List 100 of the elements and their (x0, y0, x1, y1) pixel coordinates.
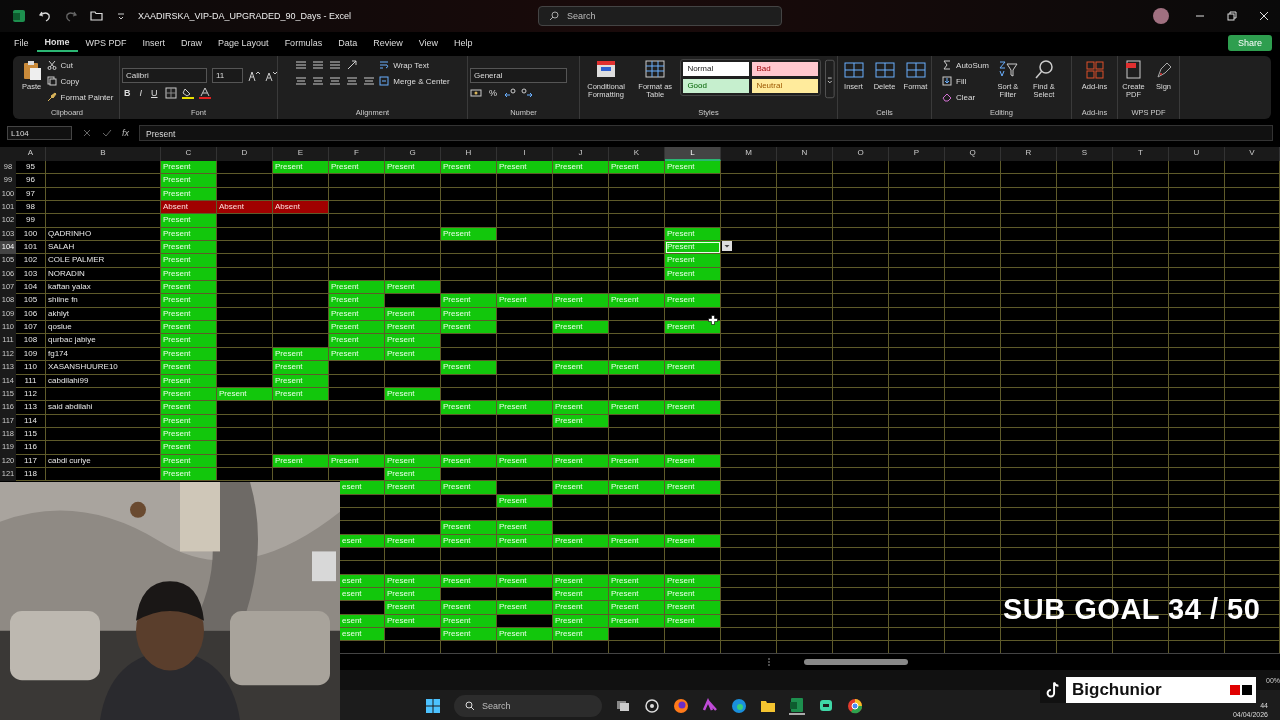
autosum-button[interactable]: AutoSum (942, 59, 989, 71)
column-header[interactable]: L (665, 147, 721, 161)
table-cell: Present (665, 254, 721, 268)
table-cell: XASANSHUURE10 (46, 361, 161, 375)
table-cell: Absent (217, 201, 273, 215)
table-cell: Present (385, 321, 441, 335)
insert-function-button[interactable]: fx (122, 128, 129, 138)
table-cell: Present (553, 628, 609, 642)
table-cell: 96 (16, 174, 46, 188)
table-cell: QADRINHO (46, 227, 161, 242)
menu-tab[interactable]: Data (330, 35, 366, 51)
menu-tab[interactable]: Review (365, 35, 411, 51)
table-cell: Present (441, 628, 497, 642)
column-header[interactable]: V (1225, 147, 1280, 161)
table-cell: Present (609, 361, 665, 375)
table-cell: Present (609, 294, 665, 308)
table-cell: 109 (16, 347, 46, 362)
cell-style[interactable]: Good (683, 79, 750, 93)
name-box[interactable]: L104 (7, 126, 72, 140)
number-format-field[interactable]: General (470, 68, 567, 83)
percent-button[interactable]: % (487, 88, 499, 98)
menu-tab[interactable]: Formulas (276, 35, 331, 51)
column-header[interactable]: S (1057, 147, 1113, 161)
table-cell: 97 (16, 187, 46, 202)
table-cell: Present (385, 281, 441, 295)
table-cell: Present (161, 401, 217, 415)
column-header[interactable]: Q (945, 147, 1001, 161)
search-field[interactable]: Search (538, 6, 782, 26)
column-header[interactable]: B (46, 147, 161, 161)
copy-button[interactable]: Copy (46, 75, 114, 87)
table-cell: esent (340, 481, 385, 495)
table-cell: Present (497, 294, 553, 308)
table-cell: Present (161, 214, 217, 228)
clear-button[interactable]: Clear (942, 91, 989, 103)
table-cell: shiine fn (46, 294, 161, 308)
table-cell: Present (665, 401, 721, 415)
cell-style[interactable]: Bad (752, 62, 819, 76)
table-cell: Present (497, 401, 553, 415)
wrap-text-button[interactable]: Wrap Text (379, 59, 450, 71)
table-cell: Present (273, 361, 329, 375)
taskbar-search-field[interactable]: Search (454, 695, 602, 717)
formula-field[interactable]: Present (139, 125, 1273, 141)
table-cell: 117 (16, 454, 46, 468)
cell-style[interactable]: Neutral (752, 79, 819, 93)
font-family-field[interactable]: Calibri (122, 68, 207, 83)
column-header[interactable]: T (1113, 147, 1169, 161)
menu-tab[interactable]: View (410, 35, 447, 51)
table-cell: Present (161, 161, 217, 175)
menu-tab[interactable]: Home (36, 34, 78, 52)
table-cell: Present (553, 161, 609, 175)
table-cell: Present (273, 161, 329, 175)
table-cell: fg174 (46, 347, 161, 362)
table-cell: 95 (16, 161, 46, 175)
table-cell: Present (441, 361, 497, 375)
merge-center-button[interactable]: Merge & Center (379, 75, 450, 87)
underline-button[interactable]: U (149, 88, 160, 98)
table-cell: 106 (16, 307, 46, 322)
column-header[interactable]: U (1169, 147, 1225, 161)
menu-tab[interactable]: File (6, 35, 37, 51)
table-cell: Present (665, 481, 721, 495)
table-cell: kaftan yalax (46, 281, 161, 295)
menu-tab[interactable]: Insert (134, 35, 174, 51)
menu-tab[interactable]: Help (446, 35, 481, 51)
table-cell: Present (497, 601, 553, 615)
table-cell: cabdilahi99 (46, 374, 161, 388)
cut-button[interactable]: Cut (46, 59, 114, 71)
column-header[interactable]: O (833, 147, 889, 161)
table-cell: Present (441, 321, 497, 335)
column-header[interactable]: A (16, 147, 46, 161)
column-header[interactable]: M (721, 147, 777, 161)
goal-overlay: SUB GOAL 34 / 50 (1003, 593, 1261, 626)
bold-button[interactable]: B (122, 88, 133, 98)
table-cell: 105 (16, 294, 46, 308)
italic-button[interactable]: I (137, 88, 144, 98)
table-cell: Present (161, 321, 217, 335)
font-size-field[interactable]: 11 (212, 68, 243, 83)
table-cell: said abdilahi (46, 401, 161, 415)
column-header[interactable]: P (889, 147, 945, 161)
column-header[interactable]: R (1001, 147, 1057, 161)
cell-style[interactable]: Normal (683, 62, 750, 76)
table-cell: Present (441, 481, 497, 495)
fill-button[interactable]: Fill (942, 75, 989, 87)
menu-tab[interactable]: WPS PDF (77, 35, 135, 51)
table-cell: Present (609, 161, 665, 175)
menu-tab[interactable]: Draw (173, 35, 211, 51)
table-cell: qoslue (46, 321, 161, 335)
table-cell: Present (553, 481, 609, 495)
table-cell: Present (161, 334, 217, 348)
table-cell: Present (385, 588, 441, 602)
table-cell: 114 (16, 414, 46, 428)
column-header[interactable]: N (777, 147, 833, 161)
table-cell: Present (553, 321, 609, 335)
format-painter-button[interactable]: Format Painter (46, 91, 114, 103)
table-cell: Present (553, 294, 609, 308)
table-cell: Present (329, 321, 385, 335)
table-cell: Present (161, 254, 217, 268)
menu-tab[interactable]: Page Layout (210, 35, 277, 51)
table-cell: 107 (16, 321, 46, 335)
table-cell: 111 (16, 374, 46, 388)
table-cell: 108 (16, 334, 46, 348)
